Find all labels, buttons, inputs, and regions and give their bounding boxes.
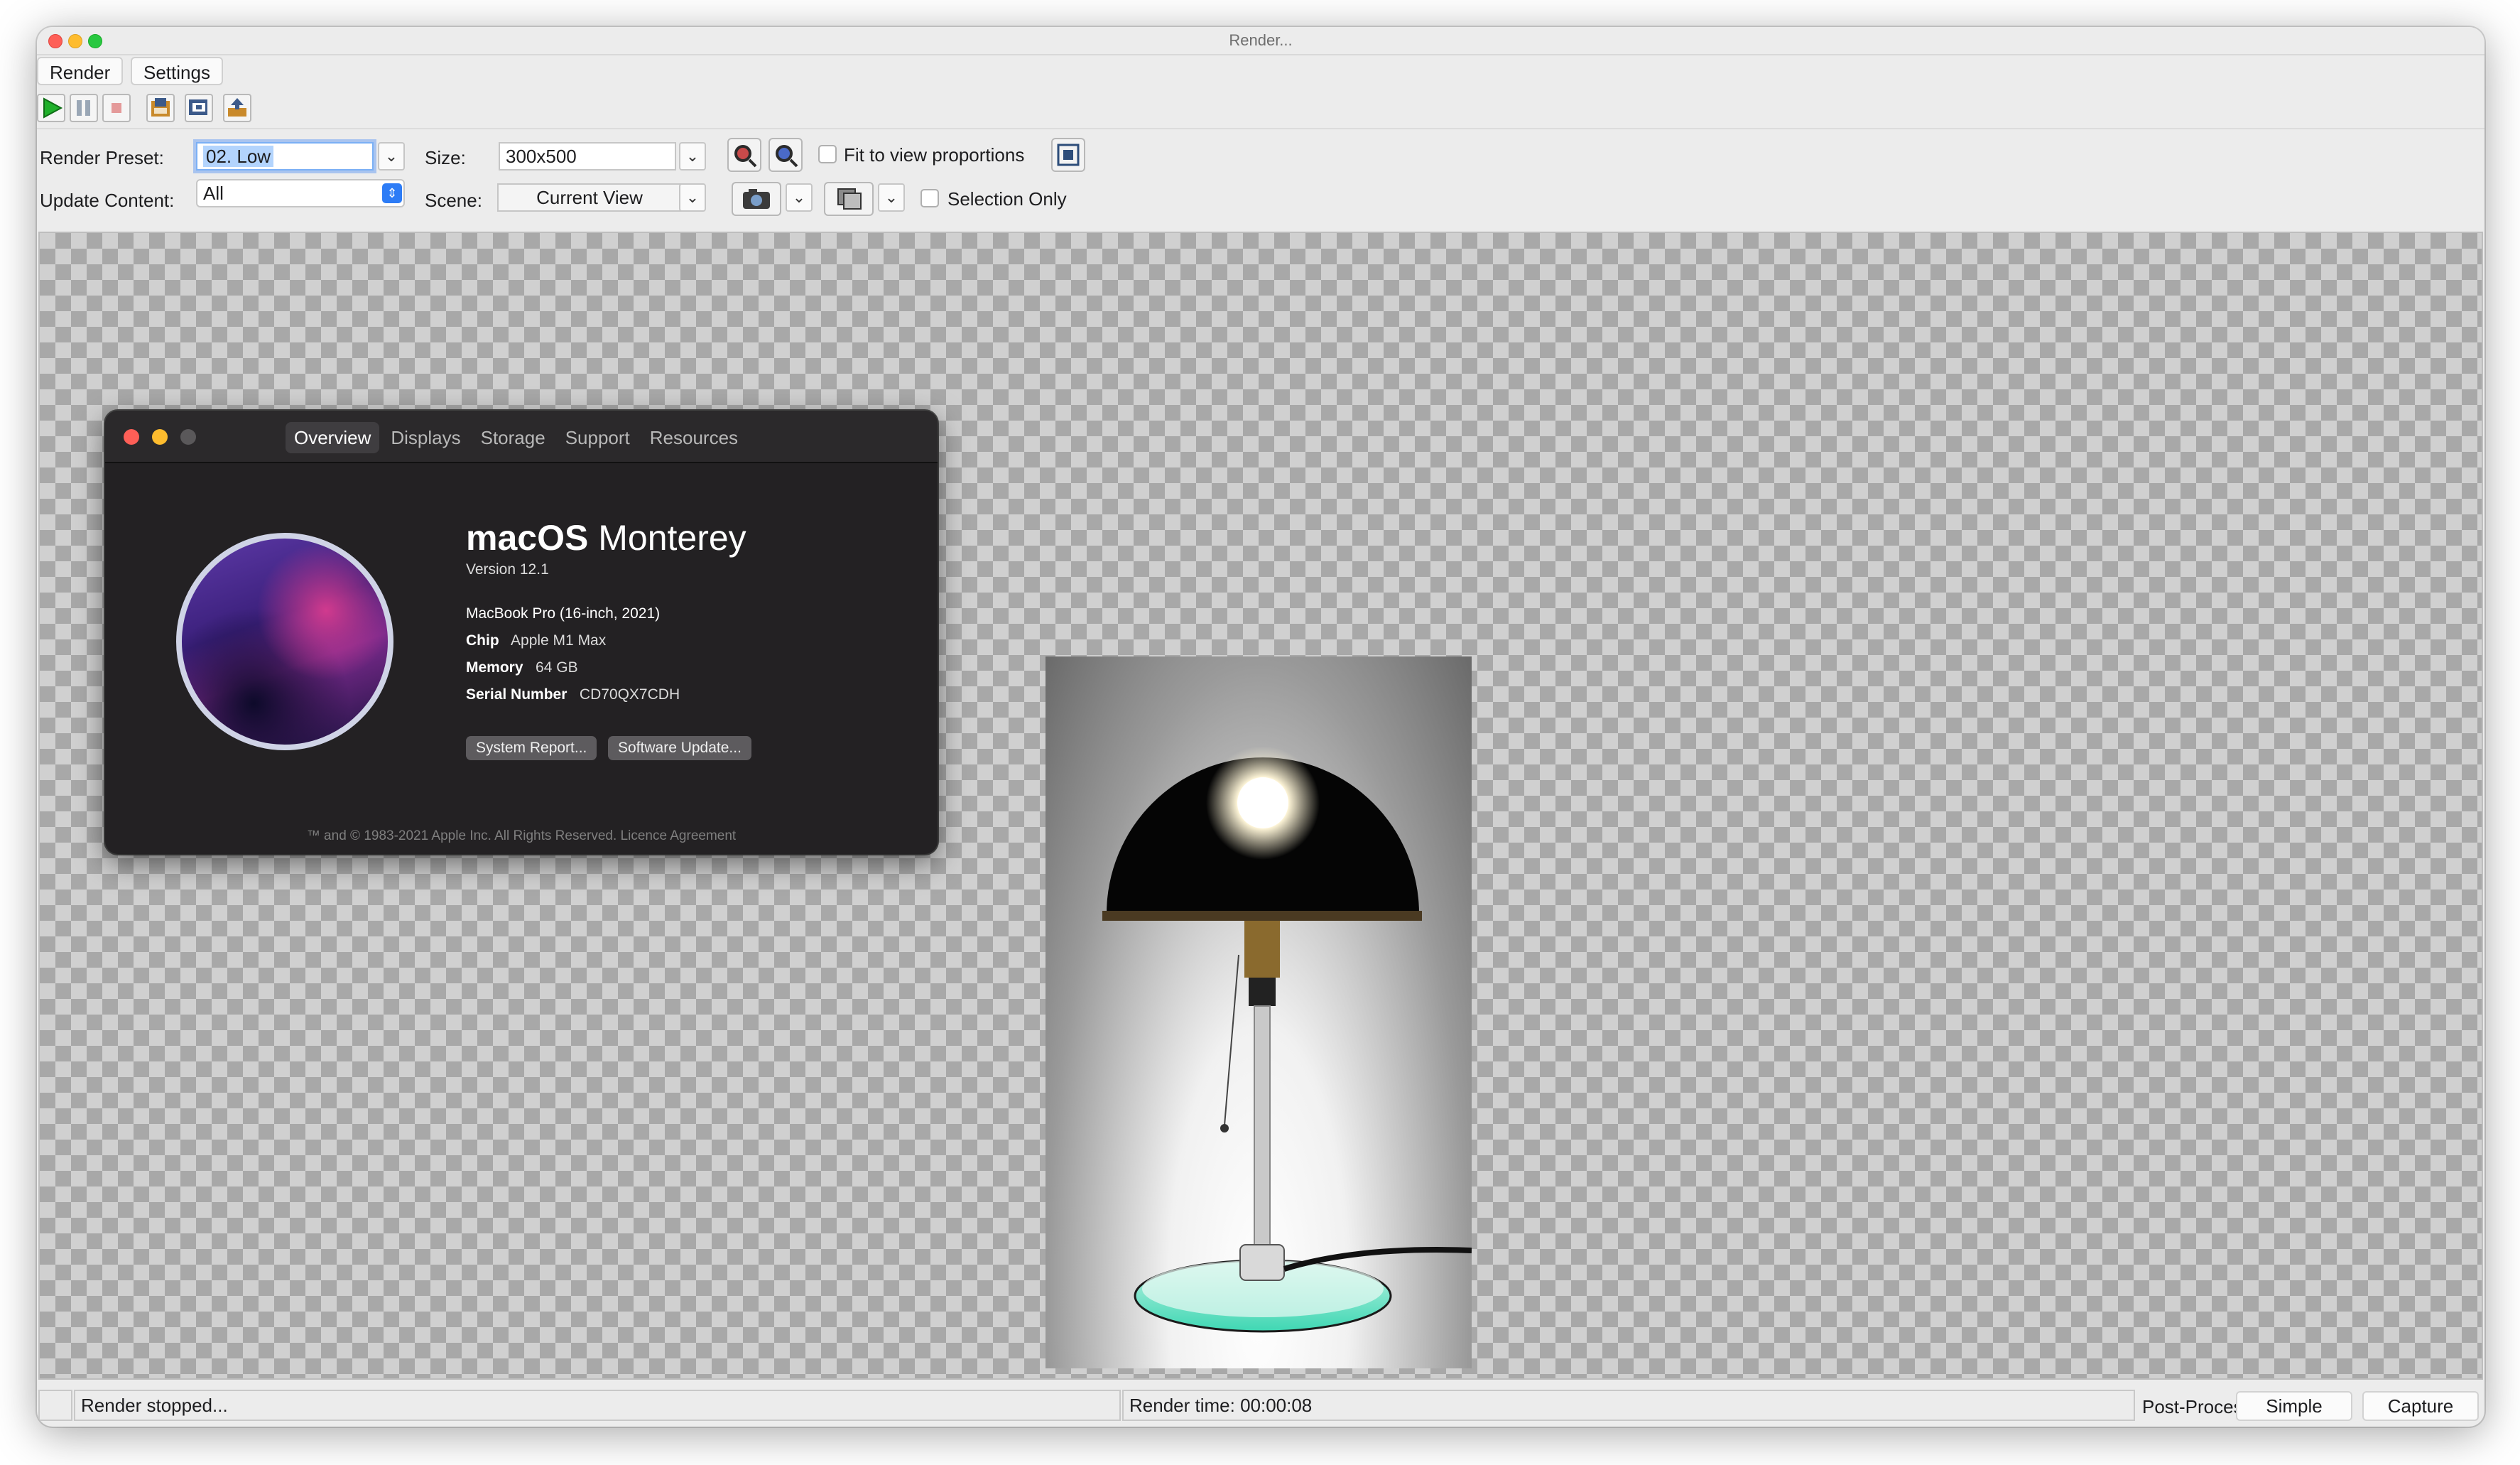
camera-dropdown[interactable]: ⌄ (786, 183, 813, 212)
chevron-down-icon: ⌄ (685, 147, 700, 165)
fit-view-checkbox[interactable] (818, 145, 837, 163)
about-minimize-button[interactable] (152, 429, 168, 445)
save-image-icon[interactable] (146, 94, 175, 122)
about-this-mac-window: Overview Displays Storage Support Resour… (105, 411, 938, 854)
rendered-lamp-image (1046, 656, 1472, 1368)
tab-displays[interactable]: Displays (382, 422, 469, 453)
about-zoom-button[interactable] (180, 429, 196, 445)
size-field[interactable]: 300x500 (499, 142, 676, 171)
chevron-down-icon: ⌄ (884, 188, 898, 206)
copyright-footer: ™ and © 1983-2021 Apple Inc. All Rights … (306, 828, 737, 843)
tab-storage[interactable]: Storage (472, 422, 554, 453)
scene-label: Scene: (425, 190, 482, 211)
software-update-button[interactable]: Software Update... (608, 736, 751, 760)
camera-icon[interactable] (732, 182, 781, 216)
status-indicator (38, 1390, 72, 1421)
fit-view-icon[interactable] (1051, 138, 1085, 172)
render-preset-dropdown[interactable]: ⌄ (378, 142, 405, 171)
simple-button[interactable]: Simple (2236, 1391, 2352, 1421)
update-content-label: Update Content: (40, 190, 175, 211)
render-time: Render time: 00:00:08 (1122, 1390, 2135, 1421)
size-label: Size: (425, 147, 466, 168)
selection-only-label: Selection Only (947, 188, 1067, 210)
memory-value: 64 GB (536, 659, 578, 676)
chip-value: Apple M1 Max (511, 632, 607, 649)
serial-info: Serial Number CD70QX7CDH (466, 686, 680, 703)
selection-only-checkbox[interactable] (920, 189, 939, 207)
tab-overview[interactable]: Overview (286, 422, 380, 453)
render-window: Render... Render Settings Render Preset:… (37, 27, 2484, 1427)
capture-button[interactable]: Capture (2362, 1391, 2479, 1421)
macos-monterey-logo (176, 533, 393, 750)
os-name-rest: Monterey (598, 518, 746, 558)
render-preset-value: 02. Low (203, 146, 274, 167)
scene-dropdown[interactable]: ⌄ (679, 183, 706, 212)
memory-label: Memory (466, 659, 523, 676)
toolbar (37, 90, 2484, 129)
chevron-down-icon: ⌄ (384, 147, 398, 165)
layers-icon[interactable] (824, 182, 874, 216)
about-title-bar: Overview Displays Storage Support Resour… (105, 411, 938, 463)
size-value: 300x500 (506, 146, 577, 167)
layers-dropdown[interactable]: ⌄ (878, 183, 905, 212)
update-content-value: All (203, 183, 224, 204)
window-title: Render... (1229, 31, 1293, 49)
render-preset-label: Render Preset: (40, 147, 164, 168)
chevron-down-icon: ⌄ (792, 188, 806, 206)
zoom-in-icon[interactable] (727, 138, 761, 172)
render-preset-field[interactable]: 02. Low (196, 142, 374, 171)
serial-value: CD70QX7CDH (579, 686, 680, 703)
copy-image-icon[interactable] (185, 94, 213, 122)
os-version: Version 12.1 (466, 561, 549, 578)
play-icon[interactable] (37, 94, 65, 122)
size-dropdown[interactable]: ⌄ (679, 142, 706, 171)
chevron-down-icon: ⌄ (685, 188, 700, 206)
render-canvas: Overview Displays Storage Support Resour… (38, 232, 2483, 1380)
stop-icon[interactable] (102, 94, 131, 122)
pause-icon[interactable] (70, 94, 98, 122)
chip-info: Chip Apple M1 Max (466, 632, 606, 649)
chip-label: Chip (466, 632, 499, 649)
scene-field[interactable]: Current View (497, 183, 682, 212)
serial-label: Serial Number (466, 686, 567, 703)
memory-info: Memory 64 GB (466, 659, 578, 676)
settings-menu-button[interactable]: Settings (131, 57, 223, 85)
export-icon[interactable] (223, 94, 251, 122)
os-name: macOS Monterey (466, 517, 746, 558)
tab-resources[interactable]: Resources (641, 422, 746, 453)
mac-model: MacBook Pro (16-inch, 2021) (466, 605, 661, 622)
render-menu-button[interactable]: Render (37, 57, 124, 85)
status-message: Render stopped... (74, 1390, 1121, 1421)
title-bar: Render... (37, 27, 2484, 55)
update-content-select[interactable]: All ⇕ (196, 179, 405, 207)
scene-value: Current View (536, 187, 643, 208)
about-close-button[interactable] (124, 429, 139, 445)
system-report-button[interactable]: System Report... (466, 736, 597, 760)
os-name-bold: macOS (466, 518, 589, 558)
fit-view-label: Fit to view proportions (844, 144, 1025, 166)
status-bar: Render stopped... Render time: 00:00:08 … (38, 1385, 2483, 1421)
about-tabs: Overview Displays Storage Support Resour… (286, 422, 746, 453)
tab-support[interactable]: Support (557, 422, 639, 453)
zoom-out-icon[interactable] (769, 138, 803, 172)
stepper-arrows-icon: ⇕ (382, 183, 402, 203)
